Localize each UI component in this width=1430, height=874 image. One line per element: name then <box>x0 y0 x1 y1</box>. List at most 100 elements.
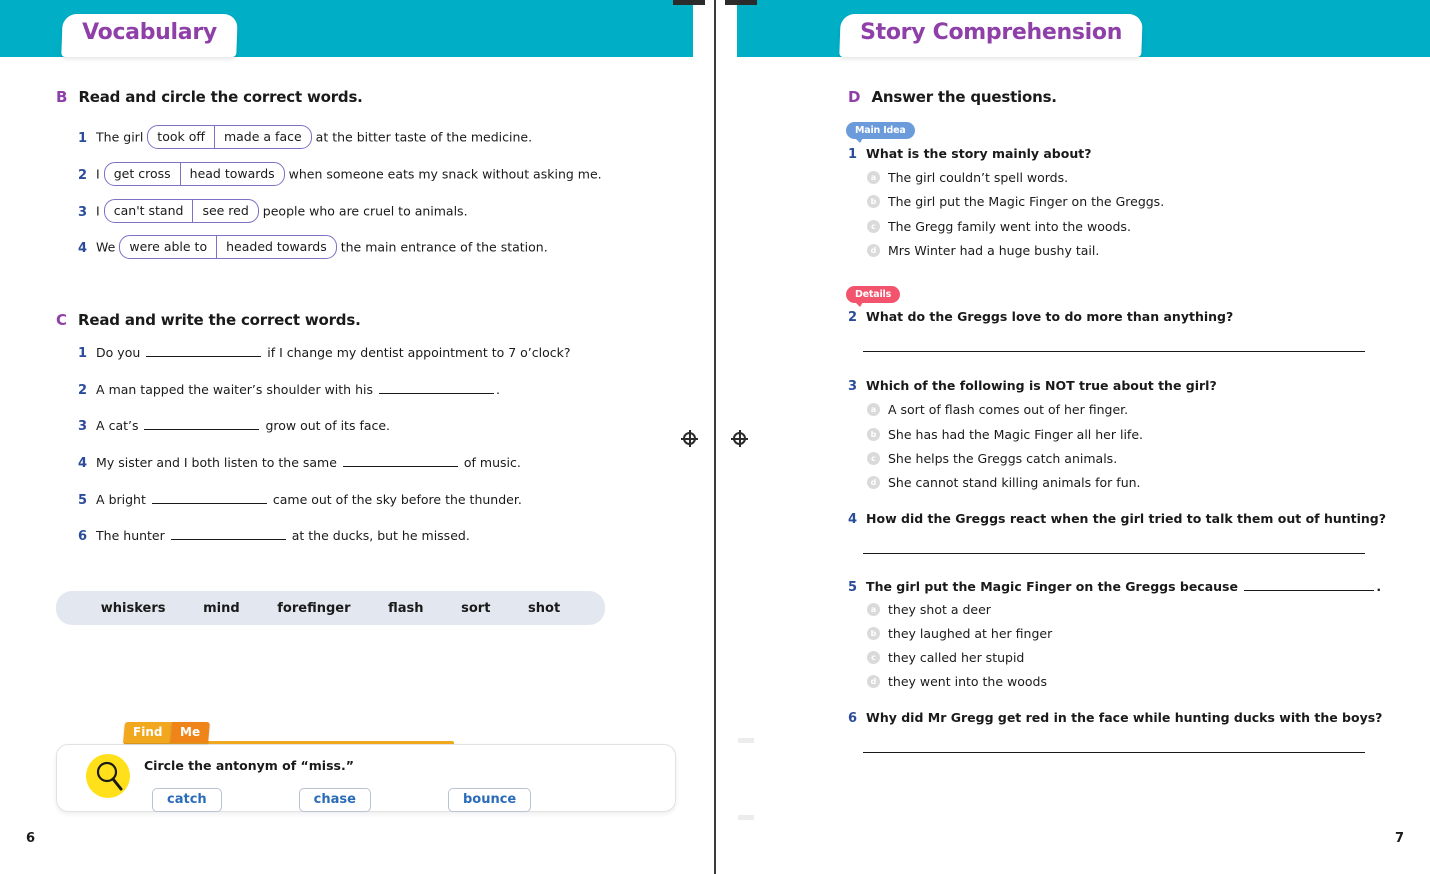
section-c-item-6: 6 The hunter at the ducks, but he missed… <box>78 528 470 544</box>
choice-pair[interactable]: were able to headed towards <box>119 235 337 259</box>
item-body: A cat’s grow out of its face. <box>96 418 390 433</box>
option-marker: d <box>867 675 880 688</box>
left-gutter-white <box>693 0 715 57</box>
question-2-answer-line[interactable] <box>863 351 1365 352</box>
question-5-option-c[interactable]: c they called her stupid <box>867 650 1024 665</box>
question-1-option-c[interactable]: c The Gregg family went into the woods. <box>867 219 1131 234</box>
choice-option-2[interactable]: headed towards <box>216 236 336 258</box>
item-text-before: I <box>96 203 100 219</box>
item-body: My sister and I both listen to the same … <box>96 455 521 470</box>
question-number: 1 <box>848 147 858 162</box>
question-text-group: The girl put the Magic Finger on the Gre… <box>866 579 1381 594</box>
fill-blank[interactable] <box>144 429 260 430</box>
question-5-option-b[interactable]: b they laughed at her finger <box>867 626 1052 641</box>
choice-pair[interactable]: can't stand see red <box>103 199 259 223</box>
item-text-before: The girl <box>96 129 144 145</box>
question-3-option-c[interactable]: c She helps the Greggs catch animals. <box>867 451 1117 466</box>
word-bank-item[interactable]: shot <box>528 601 560 616</box>
fill-blank[interactable] <box>146 356 262 357</box>
choice-option-2[interactable]: head towards <box>179 163 284 185</box>
item-number: 6 <box>78 529 88 544</box>
question-number: 4 <box>848 512 858 527</box>
word-bank-item[interactable]: sort <box>461 601 490 616</box>
section-b-item-4: 4 We were able to headed towards the main e… <box>78 235 548 260</box>
word-bank-item[interactable]: flash <box>388 601 423 616</box>
option-text: The girl put the Magic Finger on the Gre… <box>888 194 1165 209</box>
question-3: 3 Which of the following is NOT true abo… <box>848 378 1217 394</box>
choice-pair[interactable]: get cross head towards <box>103 162 285 186</box>
fill-blank[interactable] <box>151 503 267 504</box>
question-5-option-a[interactable]: a they shot a deer <box>867 602 991 617</box>
left-page-number: 6 <box>26 831 36 846</box>
question-5-option-d[interactable]: d they went into the woods <box>867 674 1047 689</box>
option-text: She cannot stand killing animals for fun… <box>888 475 1141 490</box>
item-text-after: . <box>495 382 500 397</box>
word-bank-item[interactable]: forefinger <box>277 601 350 616</box>
badge-details: Details <box>846 286 901 307</box>
find-me-tab-me: Me <box>170 722 211 743</box>
option-marker: c <box>867 452 880 465</box>
question-6-answer-line[interactable] <box>863 752 1365 753</box>
question-3-option-a[interactable]: a A sort of flash comes out of her finge… <box>867 402 1128 417</box>
section-c-item-2: 2 A man tapped the waiter’s shoulder wit… <box>78 382 500 398</box>
question-number: 3 <box>848 379 858 394</box>
option-text: She has had the Magic Finger all her lif… <box>888 427 1143 442</box>
section-d-title: Answer the questions. <box>871 88 1057 106</box>
fill-blank[interactable] <box>170 539 286 540</box>
section-c-title: Read and write the correct words. <box>78 311 361 329</box>
choice-option-1[interactable]: were able to <box>120 236 216 258</box>
question-4-answer-line[interactable] <box>863 553 1365 554</box>
option-marker: b <box>867 195 880 208</box>
question-number: 6 <box>848 711 858 726</box>
question-4: 4 How did the Greggs react when the girl… <box>848 511 1386 527</box>
option-text: they laughed at her finger <box>888 626 1053 641</box>
question-text: Why did Mr Gregg get red in the face whi… <box>866 710 1383 725</box>
question-1-option-a[interactable]: a The girl couldn’t spell words. <box>867 170 1068 185</box>
item-body: The girl took off made a face at the bitter… <box>96 125 532 150</box>
magnifier-icon <box>86 754 130 798</box>
fill-blank[interactable] <box>1244 590 1375 591</box>
fill-blank[interactable] <box>342 466 458 467</box>
choice-option-1[interactable]: can't stand <box>105 200 193 222</box>
question-5: 5 The girl put the Magic Finger on the G… <box>848 579 1381 595</box>
story-comprehension-tab: Story Comprehension <box>839 14 1143 57</box>
choice-option-1[interactable]: took off <box>148 126 214 148</box>
section-c-item-3: 3 A cat’s grow out of its face. <box>78 418 390 434</box>
item-number: 4 <box>78 240 88 256</box>
choice-option-2[interactable]: see red <box>192 200 257 222</box>
choice-option-1[interactable]: get cross <box>105 163 180 185</box>
section-c-letter: C <box>56 311 68 329</box>
option-text: She helps the Greggs catch animals. <box>888 451 1118 466</box>
section-c-item-1: 1 Do you if I change my dentist appointm… <box>78 345 571 361</box>
item-body: The hunter at the ducks, but he missed. <box>96 528 470 543</box>
section-c-item-4: 4 My sister and I both listen to the sam… <box>78 455 521 471</box>
question-6: 6 Why did Mr Gregg get red in the face w… <box>848 710 1382 726</box>
question-1-option-b[interactable]: b The girl put the Magic Finger on the G… <box>867 194 1164 209</box>
find-me-option-catch[interactable]: catch <box>152 788 222 812</box>
vocabulary-tab-label: Vocabulary <box>82 20 217 45</box>
question-1-option-d[interactable]: d Mrs Winter had a huge bushy tail. <box>867 243 1099 258</box>
item-text-before: My sister and I both listen to the same <box>96 455 337 470</box>
gutter-tick-upper <box>738 738 754 743</box>
find-me-option-chase[interactable]: chase <box>298 788 371 812</box>
find-me-tab-find: Find <box>123 722 173 743</box>
choice-pair[interactable]: took off made a face <box>147 125 312 149</box>
word-bank-item[interactable]: whiskers <box>101 601 166 616</box>
left-page: Vocabulary B Read and circle the correct… <box>0 0 715 874</box>
section-c-heading: C Read and write the correct words. <box>56 311 361 329</box>
item-text-after: at the ducks, but he missed. <box>291 528 470 543</box>
option-marker: b <box>867 627 880 640</box>
question-3-option-b[interactable]: b She has had the Magic Finger all her l… <box>867 427 1143 442</box>
option-text: The girl couldn’t spell words. <box>888 170 1069 185</box>
item-text-before: Do you <box>96 345 141 360</box>
fill-blank[interactable] <box>378 393 494 394</box>
choice-option-2[interactable]: made a face <box>213 126 311 148</box>
word-bank-item[interactable]: mind <box>203 601 240 616</box>
section-b-letter: B <box>56 88 68 106</box>
question-3-option-d[interactable]: d She cannot stand killing animals for f… <box>867 475 1141 490</box>
section-b-title: Read and circle the correct words. <box>78 88 363 106</box>
find-me-option-bounce[interactable]: bounce <box>447 788 532 812</box>
word-bank: whiskers mind forefinger flash sort shot <box>56 591 605 625</box>
item-body: We were able to headed towards the main ent… <box>96 235 548 260</box>
question-2: 2 What do the Greggs love to do more tha… <box>848 309 1233 325</box>
